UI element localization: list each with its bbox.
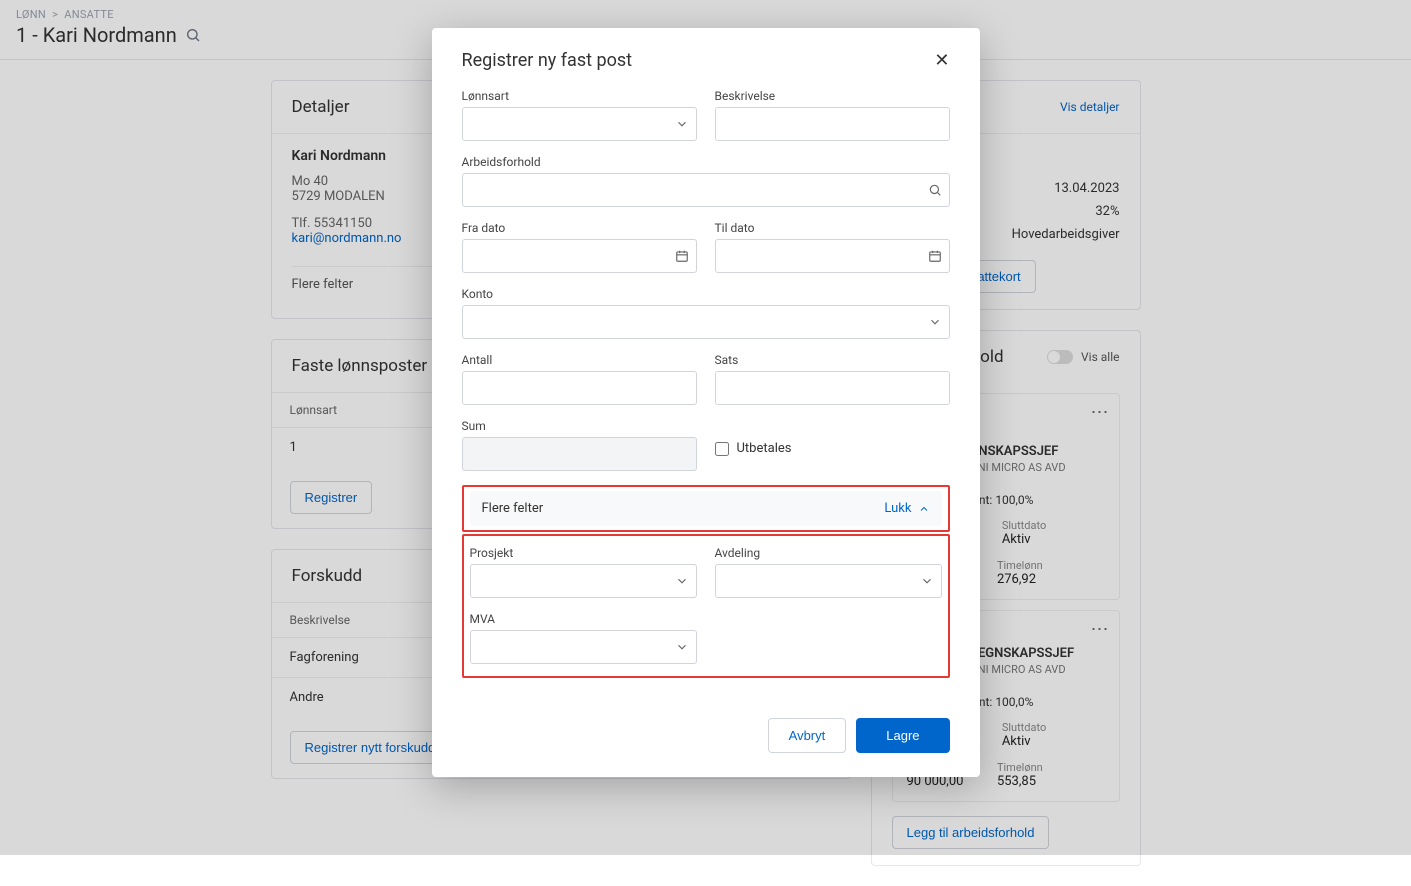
avdeling-label: Avdeling (715, 546, 942, 560)
arbeidsforhold-label: Arbeidsforhold (462, 155, 950, 169)
close-icon[interactable]: ✕ (934, 50, 949, 71)
konto-label: Konto (462, 287, 950, 301)
arbeidsforhold-search[interactable] (462, 173, 950, 207)
prosjekt-select[interactable] (470, 564, 697, 598)
utbetales-label: Utbetales (737, 441, 792, 456)
sats-input[interactable] (715, 371, 950, 405)
lonnsart-select[interactable] (462, 107, 697, 141)
cancel-button[interactable]: Avbryt (768, 718, 847, 753)
flere-felter-label: Flere felter (482, 501, 544, 516)
flere-felter-toggle[interactable]: Flere felter Lukk (470, 491, 942, 526)
avdeling-select[interactable] (715, 564, 942, 598)
til-dato-label: Til dato (715, 221, 950, 235)
modal-title: Registrer ny fast post (462, 50, 633, 71)
beskrivelse-input[interactable] (715, 107, 950, 141)
utbetales-checkbox[interactable] (715, 442, 729, 456)
register-fast-post-modal: Registrer ny fast post ✕ Lønnsart Beskri… (432, 28, 980, 777)
til-dato-input[interactable] (715, 239, 950, 273)
chevron-up-icon (918, 503, 930, 515)
lukk-label: Lukk (884, 501, 911, 516)
beskrivelse-label: Beskrivelse (715, 89, 950, 103)
mva-select[interactable] (470, 630, 697, 664)
sum-label: Sum (462, 419, 697, 433)
sats-label: Sats (715, 353, 950, 367)
prosjekt-label: Prosjekt (470, 546, 697, 560)
lonnsart-label: Lønnsart (462, 89, 697, 103)
konto-select[interactable] (462, 305, 950, 339)
save-button[interactable]: Lagre (856, 718, 949, 753)
fra-dato-label: Fra dato (462, 221, 697, 235)
antall-input[interactable] (462, 371, 697, 405)
fra-dato-input[interactable] (462, 239, 697, 273)
antall-label: Antall (462, 353, 697, 367)
sum-input (462, 437, 697, 471)
mva-label: MVA (470, 612, 697, 626)
